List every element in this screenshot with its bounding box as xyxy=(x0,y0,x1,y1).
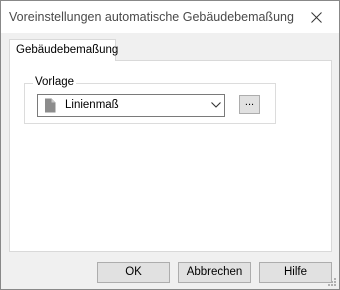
help-button[interactable]: Hilfe xyxy=(259,262,332,283)
resize-grip-icon[interactable] xyxy=(327,277,337,287)
chevron-down-icon[interactable] xyxy=(211,102,221,108)
tab-gebaeudebemassung[interactable]: Gebäudebemaßung xyxy=(9,39,119,61)
close-icon xyxy=(310,11,322,23)
template-groupbox: Vorlage Linienmaß ... xyxy=(24,76,276,124)
title-bar[interactable]: Voreinstellungen automatische Gebäudebem… xyxy=(1,1,339,33)
cancel-button[interactable]: Abbrechen xyxy=(178,262,251,283)
document-icon xyxy=(45,98,56,113)
combo-value: Linienmaß xyxy=(65,99,119,111)
tab-panel: Vorlage Linienmaß ... xyxy=(9,60,332,252)
browse-button[interactable]: ... xyxy=(239,95,260,114)
tab-label: Gebäudebemaßung xyxy=(16,44,119,56)
group-label: Vorlage xyxy=(33,76,77,88)
dialog-title: Voreinstellungen automatische Gebäudebem… xyxy=(9,10,294,24)
ok-button[interactable]: OK xyxy=(97,262,170,283)
dialog-window: Voreinstellungen automatische Gebäudebem… xyxy=(0,0,340,290)
close-button[interactable] xyxy=(293,1,339,33)
template-combobox[interactable]: Linienmaß xyxy=(37,94,225,117)
